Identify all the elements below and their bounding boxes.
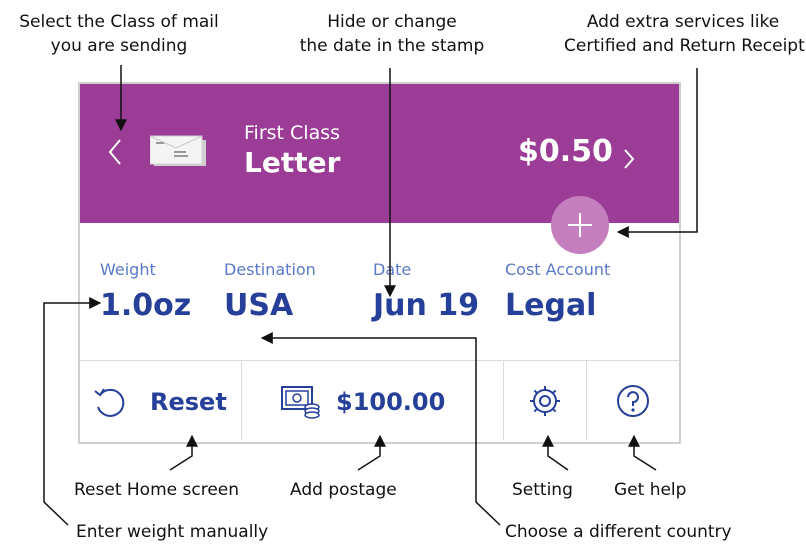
envelope-icon (149, 134, 208, 168)
callout-reset-home: Reset Home screen (74, 480, 240, 500)
chevron-right-icon[interactable] (620, 144, 638, 174)
callout-enter-weight: Enter weight manually (76, 522, 269, 542)
weight-value[interactable]: 1.0oz (100, 288, 191, 323)
postage-price[interactable]: $0.50 (518, 134, 613, 169)
callout-extra-services: Add extra services like Certified and Re… (564, 12, 805, 56)
postage-amount: $100.00 (336, 388, 446, 416)
cost-account-label: Cost Account (505, 260, 611, 279)
callout-select-class: Select the Class of mail you are sending (19, 12, 219, 56)
destination-value[interactable]: USA (224, 288, 293, 323)
settings-button[interactable] (504, 361, 586, 440)
callout-choose-country: Choose a different country (505, 522, 732, 542)
chevron-left-icon[interactable] (104, 134, 126, 170)
device-screen: First Class Letter $0.50 Weight 1.0oz De… (78, 82, 681, 444)
plus-icon (568, 213, 592, 237)
mail-class-title[interactable]: Letter (244, 146, 340, 179)
add-services-button[interactable] (551, 196, 609, 254)
add-postage-button[interactable]: $100.00 (242, 361, 503, 440)
destination-label: Destination (224, 260, 316, 279)
date-value[interactable]: Jun 19 (373, 288, 479, 323)
callout-setting: Setting (512, 480, 573, 500)
reset-icon (92, 385, 128, 425)
cost-account-value[interactable]: Legal (505, 288, 596, 323)
callout-add-postage: Add postage (290, 480, 397, 500)
callout-date-stamp: Hide or change the date in the stamp (299, 12, 485, 56)
reset-label: Reset (150, 388, 227, 416)
help-button[interactable] (587, 361, 679, 440)
reset-button[interactable]: Reset (80, 361, 241, 440)
gear-icon (527, 383, 563, 423)
weight-label: Weight (100, 260, 156, 279)
callout-get-help: Get help (614, 480, 687, 500)
help-icon (615, 383, 651, 423)
postage-money-icon (280, 383, 322, 423)
date-label: Date (373, 260, 412, 279)
mail-class-subtitle[interactable]: First Class (244, 122, 340, 144)
